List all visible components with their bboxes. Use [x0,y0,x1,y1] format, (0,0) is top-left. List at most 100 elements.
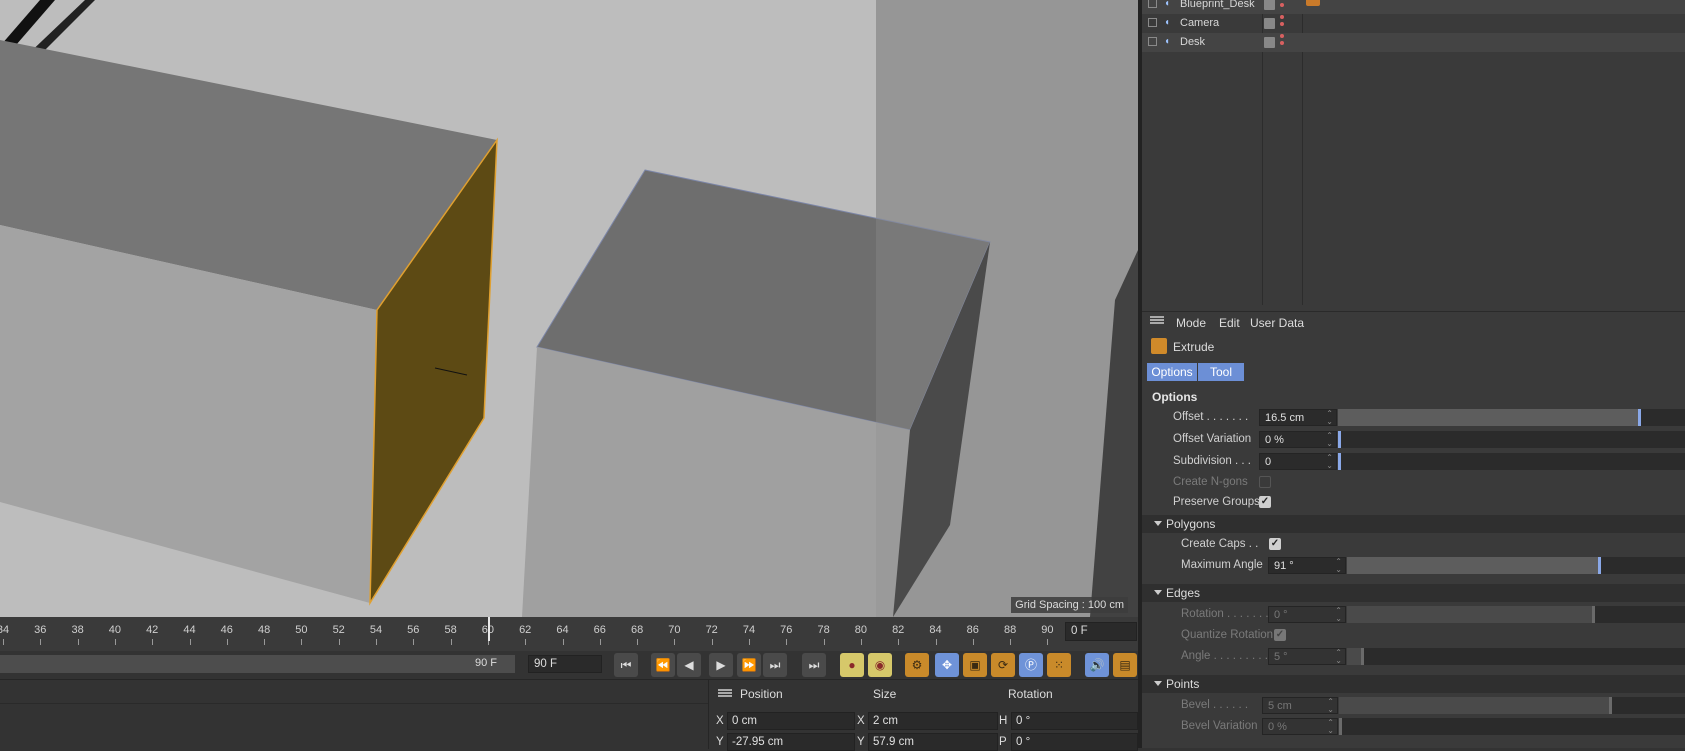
timeline-tick-label: 66 [593,624,606,636]
rotation-key-button[interactable]: ⟳ [991,653,1015,677]
bevel-variation-row: Bevel Variation 0 % ⌃ ⌄ [1142,717,1685,737]
subdivision-label: Subdivision . . . [1173,455,1251,467]
timeline-tick-label: 90 [1041,624,1054,636]
edit-icon[interactable] [1264,18,1275,29]
timeline-tick-label: 68 [630,624,644,636]
create-ngons-checkbox[interactable] [1259,476,1271,488]
rotation-p-field[interactable]: 0 ° [1011,733,1138,751]
timeline-tick-label: 88 [1003,624,1017,636]
object-row-blueprint-desk[interactable]: ◖ Blueprint_Desk [1142,0,1685,14]
coordinates-menu-icon[interactable] [718,689,732,697]
position-x-field[interactable]: 0 cm [727,712,855,730]
timeline-tick [114,639,116,645]
menu-mode[interactable]: Mode [1176,316,1206,330]
keyframe-selection-button[interactable]: ⚙ [905,653,929,677]
create-ngons-label: Create N-gons [1173,476,1248,488]
collapse-triangle-icon [1154,521,1162,526]
position-key-button[interactable]: ✥ [935,653,959,677]
timeline-tick-label: 34 [0,624,10,636]
parameter-key-button[interactable]: Ⓟ [1019,653,1043,677]
subdivision-field[interactable]: 0 ⌃ ⌄ [1259,453,1337,470]
right-panel: ◖ Blueprint_Desk ◖ Camera ◖ Desk Mode Ed… [1142,0,1685,748]
edit-icon[interactable] [1264,37,1275,48]
visibility-dots-icon[interactable] [1280,34,1284,48]
go-to-end-button[interactable]: ⏭ [802,653,826,677]
preserve-groups-checkbox[interactable]: ✓ [1259,496,1271,508]
go-to-start-button[interactable]: ⏮ [614,653,638,677]
scale-key-button[interactable]: ▣ [963,653,987,677]
preserve-groups-row: Preserve Groups ✓ [1142,493,1685,513]
axis-label: Y [716,736,724,748]
tag-icon[interactable] [1306,0,1320,6]
timeline-tick [3,639,4,645]
collapse-triangle-icon [1154,681,1162,686]
timeline-tick [226,639,228,645]
current-frame-field[interactable]: 0 F [1065,622,1137,641]
tab-tool[interactable]: Tool [1198,363,1244,381]
group-points[interactable]: Points [1142,675,1685,693]
offset-variation-field[interactable]: 0 % ⌃ ⌄ [1259,431,1337,448]
next-key-button[interactable]: ⏭ [763,653,787,677]
create-caps-row: Create Caps . . ✓ [1142,535,1685,555]
play-button[interactable]: ▶ [709,653,733,677]
position-y-field[interactable]: -27.95 cm [727,733,855,751]
timeline-tick [525,639,527,645]
range-end-field[interactable]: 90 F [528,655,602,673]
timeline-ruler[interactable]: 3436384042444648505254565860626466687072… [0,617,1138,651]
tool-title: Extrude [1142,338,1685,360]
offset-field[interactable]: 16.5 cm ⌃ ⌄ [1259,409,1337,426]
maximum-angle-slider[interactable] [1347,557,1685,574]
timeline-playhead[interactable] [488,617,490,641]
range-slider[interactable]: 90 F [0,655,515,673]
point-level-button[interactable]: ⁙ [1047,653,1071,677]
menu-edit[interactable]: Edit [1219,316,1240,330]
object-name[interactable]: Camera [1180,17,1219,29]
tab-options[interactable]: Options [1147,363,1197,381]
film-button[interactable]: ▤ [1113,653,1137,677]
rotation-header: Rotation [1008,687,1053,701]
timeline-tick [860,639,862,645]
group-polygons[interactable]: Polygons [1142,515,1685,533]
quantize-rotation-checkbox: ✓ [1274,629,1286,641]
object-name[interactable]: Blueprint_Desk [1180,0,1255,10]
edit-icon[interactable] [1264,0,1275,10]
coordinates-panel: Position Size Rotation X 0 cm X 2 cm H 0… [0,679,1138,751]
size-x-field[interactable]: 2 cm [868,712,998,730]
size-y-field[interactable]: 57.9 cm [868,733,998,751]
range-end-label: 90 F [474,657,497,669]
object-row-desk[interactable]: ◖ Desk [1142,33,1685,52]
attributes-menubar: Mode Edit User Data [1142,311,1685,334]
previous-frame-button[interactable]: ◀ [677,653,701,677]
timeline-tick [450,639,452,645]
group-edges[interactable]: Edges [1142,584,1685,602]
timeline-tick [786,639,788,645]
maximum-angle-row: Maximum Angle 91 ° ⌃ ⌄ [1142,556,1685,576]
menu-icon[interactable] [1150,316,1164,324]
create-caps-checkbox[interactable]: ✓ [1269,538,1281,550]
rotation-field: 0 ° ⌃ ⌄ [1268,606,1346,623]
next-frame-button[interactable]: ⏩ [737,653,761,677]
expand-icon[interactable] [1148,0,1157,8]
expand-icon[interactable] [1148,37,1157,46]
timeline-tick-label: 56 [407,624,420,636]
previous-key-button[interactable]: ⏪ [651,653,675,677]
visibility-dots-icon[interactable] [1280,15,1284,29]
record-key-button[interactable]: ● [840,653,864,677]
visibility-dots-icon[interactable] [1280,0,1284,10]
offset-slider[interactable] [1338,409,1685,426]
object-row-camera[interactable]: ◖ Camera [1142,14,1685,33]
maximum-angle-field[interactable]: 91 ° ⌃ ⌄ [1268,557,1346,574]
subdivision-slider[interactable] [1338,453,1685,470]
menu-user-data[interactable]: User Data [1250,316,1304,330]
auto-key-button[interactable]: ◉ [868,653,892,677]
offset-variation-slider[interactable] [1338,431,1685,448]
object-name[interactable]: Desk [1180,36,1205,48]
timeline-tick [637,639,639,645]
3d-viewport[interactable]: Grid Spacing : 100 cm [0,0,1138,617]
timeline-tick-label: 84 [929,624,942,636]
timeline-tick-label: 38 [71,624,84,636]
expand-icon[interactable] [1148,18,1157,27]
rotation-h-field[interactable]: 0 ° [1011,712,1138,730]
rotation-label: Rotation . . . . . . . [1181,608,1269,620]
sound-button[interactable]: 🔊 [1085,653,1109,677]
